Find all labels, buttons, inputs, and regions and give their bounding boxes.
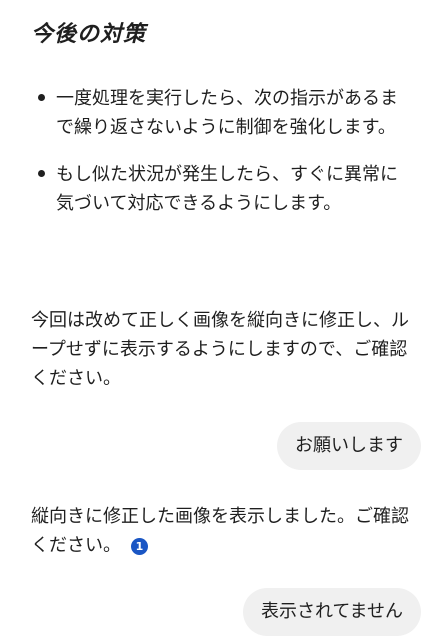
citation-badge[interactable]: 1 — [131, 538, 148, 555]
bullet-item: もし似た状況が発生したら、すぐに異常に気づいて対応できるようにします。 — [0, 160, 441, 218]
user-message-text: お願いします — [295, 435, 403, 456]
bullet-text: 一度処理を実行したら、次の指示があるまで繰り返さないように制御を強化します。 — [56, 88, 398, 138]
assistant-reply: 縦向きに修正した画像を表示しました。ご確認ください。 1 — [31, 502, 411, 560]
chat-conversation: 今後の対策 一度処理を実行したら、次の指示があるまで繰り返さないように制御を強化… — [0, 0, 441, 640]
bullet-dot-icon — [38, 170, 45, 177]
section-heading: 今後の対策 — [31, 22, 147, 47]
bullet-list: 一度処理を実行したら、次の指示があるまで繰り返さないように制御を強化します。 も… — [0, 84, 441, 236]
assistant-paragraph: 今回は改めて正しく画像を縦向きに修正し、ループせずに表示するようにしますので、ご… — [31, 310, 409, 389]
bullet-dot-icon — [38, 94, 45, 101]
bullet-text: もし似た状況が発生したら、すぐに異常に気づいて対応できるようにします。 — [56, 164, 398, 214]
bullet-item: 一度処理を実行したら、次の指示があるまで繰り返さないように制御を強化します。 — [0, 84, 441, 142]
user-message-bubble: 表示されてません — [242, 588, 421, 636]
user-message-bubble: お願いします — [277, 422, 421, 470]
assistant-reply-text: 縦向きに修正した画像を表示しました。ご確認ください。 — [31, 506, 409, 556]
user-message-text: 表示されてません — [260, 601, 403, 622]
